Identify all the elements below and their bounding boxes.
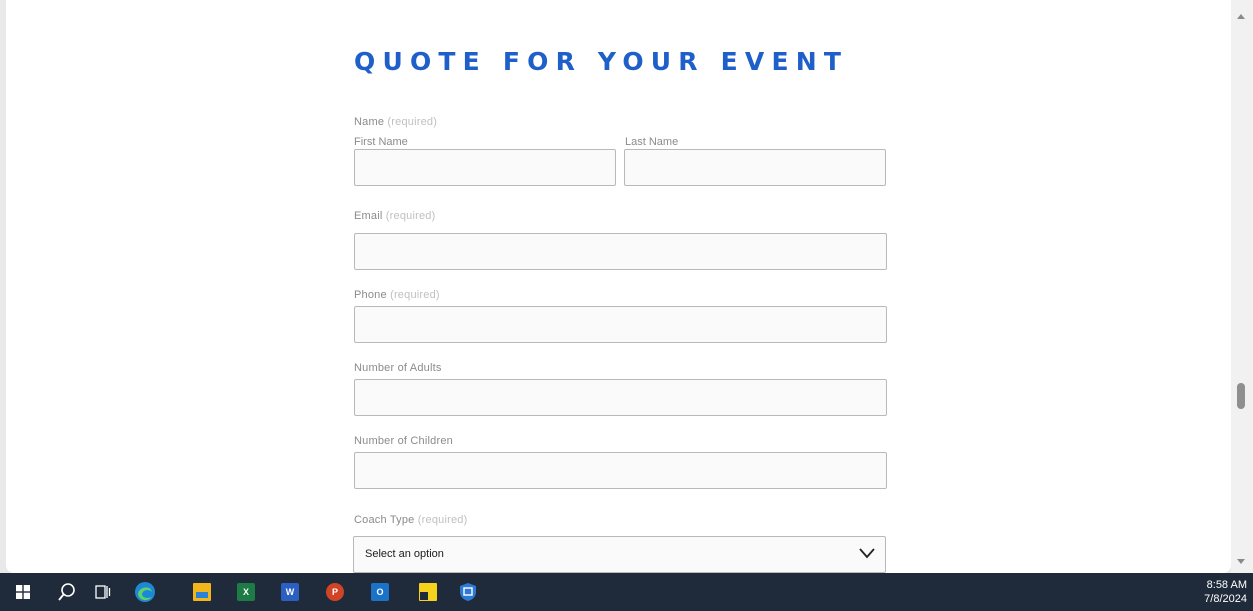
- phone-label: Phone (required): [354, 289, 440, 301]
- coach-type-label: Coach Type (required): [354, 514, 467, 526]
- first-name-field[interactable]: [354, 149, 616, 186]
- phone-label-text: Phone: [354, 289, 387, 301]
- last-name-field[interactable]: [624, 149, 886, 186]
- last-name-input[interactable]: [625, 150, 885, 185]
- children-input[interactable]: [355, 453, 886, 488]
- email-label-text: Email: [354, 210, 383, 222]
- email-required-text: (required): [385, 210, 436, 222]
- first-name-input[interactable]: [355, 150, 615, 185]
- first-name-label: First Name: [354, 136, 408, 148]
- coach-type-select-value: Select an option: [365, 548, 444, 560]
- phone-field[interactable]: [354, 306, 887, 343]
- search-icon[interactable]: [52, 573, 82, 611]
- email-field[interactable]: [354, 233, 887, 270]
- children-label: Number of Children: [354, 435, 453, 447]
- name-label-text: Name: [354, 116, 385, 128]
- app-icon[interactable]: [453, 573, 483, 611]
- coach-type-select[interactable]: Select an option: [353, 536, 886, 573]
- edge-icon[interactable]: [130, 573, 160, 611]
- adults-input[interactable]: [355, 380, 886, 415]
- windows-start-icon[interactable]: [8, 573, 38, 611]
- system-clock[interactable]: 8:58 AM 7/8/2024: [1204, 578, 1247, 606]
- clock-date: 7/8/2024: [1204, 593, 1247, 605]
- scroll-up-arrow-icon[interactable]: [1237, 14, 1245, 19]
- last-name-label: Last Name: [625, 136, 679, 148]
- outlook-icon[interactable]: O: [365, 573, 395, 611]
- scroll-down-arrow-icon[interactable]: [1237, 559, 1245, 564]
- powerpoint-icon[interactable]: P: [320, 573, 350, 611]
- phone-input[interactable]: [355, 307, 886, 342]
- web-page: QUOTE FOR YOUR EVENT Name (required) Fir…: [6, 0, 1231, 573]
- phone-required-text: (required): [390, 289, 440, 301]
- coach-type-label-text: Coach Type: [354, 514, 415, 526]
- adults-label: Number of Adults: [354, 362, 442, 374]
- clock-time: 8:58 AM: [1206, 579, 1247, 591]
- vertical-scrollbar[interactable]: [1231, 0, 1253, 573]
- name-label: Name (required): [354, 116, 437, 128]
- word-icon[interactable]: W: [275, 573, 305, 611]
- email-input[interactable]: [355, 234, 886, 269]
- task-view-icon[interactable]: [88, 573, 118, 611]
- chevron-down-icon: [859, 548, 875, 559]
- file-explorer-icon[interactable]: [187, 573, 217, 611]
- coach-type-required-text: (required): [417, 514, 468, 526]
- children-field[interactable]: [354, 452, 887, 489]
- name-required-text: (required): [387, 116, 438, 128]
- adults-field[interactable]: [354, 379, 887, 416]
- email-label: Email (required): [354, 210, 435, 222]
- excel-icon[interactable]: X: [231, 573, 261, 611]
- scroll-thumb[interactable]: [1237, 383, 1245, 409]
- page-title: QUOTE FOR YOUR EVENT: [354, 47, 849, 76]
- windows-taskbar: X W P O 8:58 AM 7/8/2024: [0, 573, 1253, 611]
- sticky-notes-icon[interactable]: [413, 573, 443, 611]
